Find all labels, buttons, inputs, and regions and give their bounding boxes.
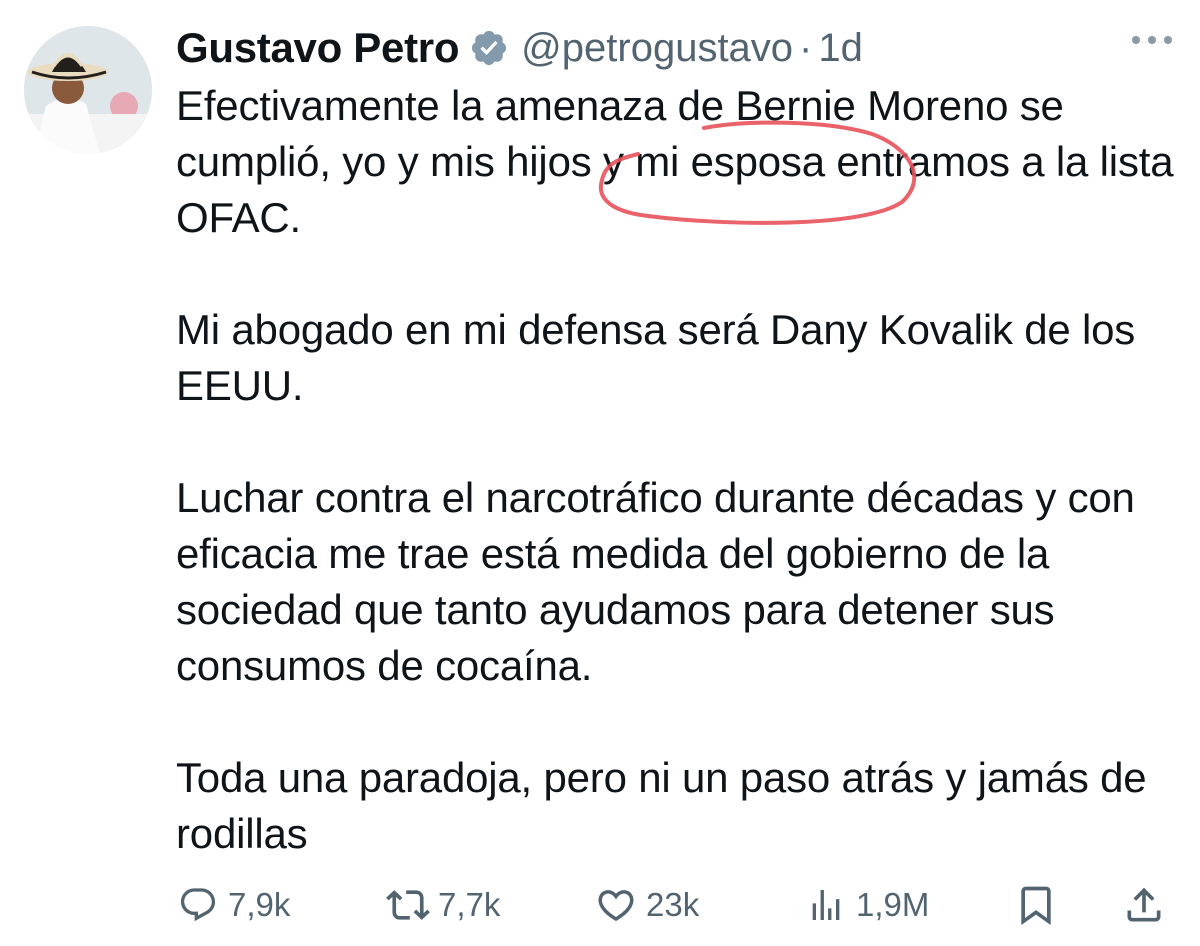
retweet-button[interactable]: 7,7k (386, 880, 500, 930)
tweet-paragraph: Mi abogado en mi defensa será Dany Koval… (176, 306, 1136, 409)
like-button[interactable]: 23k (594, 880, 699, 930)
views-button[interactable]: 1,9M (804, 880, 929, 930)
separator-dot: · (799, 25, 813, 70)
tweet-paragraph: Toda una paradoja, pero ni un paso atrás… (176, 754, 1147, 857)
reply-icon (176, 883, 220, 927)
heart-icon (594, 883, 638, 927)
views-count: 1,9M (856, 886, 930, 923)
reply-count: 7,9k (228, 886, 291, 923)
tweet-paragraph: Luchar contra el narcotráfico durante dé… (176, 474, 1135, 689)
author-display-name[interactable]: Gustavo Petro (176, 24, 459, 72)
tweet-actions-bar: 7,9k 7,7k 23k 1,9M (172, 880, 1172, 930)
timestamp[interactable]: 1d (818, 26, 863, 71)
views-chart-icon (804, 883, 848, 927)
tweet-card: Gustavo Petro @petrogustavo · 1d Efectiv… (0, 0, 1200, 946)
reply-button[interactable]: 7,9k (176, 880, 290, 930)
bookmark-button[interactable] (1014, 880, 1066, 930)
retweet-icon (386, 883, 430, 927)
tweet-header: Gustavo Petro @petrogustavo · 1d (176, 20, 863, 76)
verified-badge-icon (469, 28, 509, 68)
bookmark-icon (1014, 883, 1058, 927)
more-options-icon[interactable] (1132, 36, 1172, 44)
retweet-count: 7,7k (438, 886, 501, 923)
share-icon (1122, 883, 1166, 927)
share-button[interactable] (1122, 880, 1174, 930)
more-dot (1148, 36, 1156, 44)
avatar[interactable] (24, 26, 152, 154)
tweet-text: Efectivamente la amenaza de Bernie Moren… (176, 78, 1186, 862)
like-count: 23k (646, 886, 700, 923)
tweet-paragraph: Efectivamente la amenaza de Bernie Moren… (176, 82, 1174, 241)
more-dot (1164, 36, 1172, 44)
more-dot (1132, 36, 1140, 44)
author-handle[interactable]: @petrogustavo (521, 26, 793, 71)
